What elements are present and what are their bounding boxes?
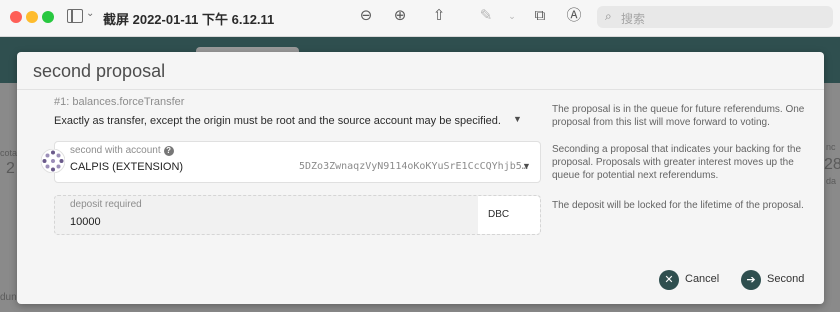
cancel-button-label: Cancel	[685, 273, 720, 285]
cancel-button[interactable]: ✕ Cancel	[659, 268, 723, 292]
window-title: 截屏 2022-01-11 下午 6.12.11	[103, 12, 275, 27]
search-placeholder: 搜索	[621, 12, 646, 26]
second-button-label: Second	[767, 273, 805, 285]
markup-pen-icon[interactable]: ✎	[477, 7, 495, 25]
zoom-out-icon[interactable]: ⊖	[357, 7, 375, 25]
deposit-label: deposit required	[70, 199, 142, 210]
bg-fragment: cota	[0, 148, 18, 158]
sign-in-icon: ➔	[741, 270, 761, 290]
deposit-value: 10000	[70, 216, 101, 228]
account-selector[interactable]: second with account? CALPIS (EXTENSION) …	[54, 141, 541, 183]
info-deposit: The deposit will be locked for the lifet…	[552, 200, 804, 211]
bg-fragment: dun	[0, 292, 17, 303]
deposit-field: deposit required 10000 DBC	[54, 195, 541, 235]
account-name: CALPIS (EXTENSION)	[70, 161, 184, 173]
rotate-icon[interactable]: ⧉	[531, 7, 549, 25]
search-icon: ⌕	[605, 9, 612, 23]
search-field[interactable]: ⌕ 搜索	[597, 6, 833, 28]
chevron-down-icon[interactable]: ⌄	[86, 8, 94, 19]
deposit-unit: DBC	[478, 196, 540, 234]
account-label-text: second with account	[70, 145, 161, 156]
modal-divider	[17, 89, 824, 90]
chevron-down-icon[interactable]: ⌄	[503, 7, 521, 25]
close-window-button[interactable]	[10, 11, 22, 23]
share-icon[interactable]: ⇧	[430, 7, 448, 25]
bg-fragment: 2	[6, 160, 15, 177]
help-icon[interactable]: ?	[163, 146, 174, 156]
window-toolbar: ⌄ 截屏 2022-01-11 下午 6.12.11 ⊖ ⊕ ⇧ ✎ ⌄ ⧉ Ⓐ…	[0, 0, 840, 37]
bg-fragment: nc	[826, 142, 836, 152]
annotate-icon[interactable]: Ⓐ	[565, 7, 583, 25]
account-identicon	[41, 149, 65, 173]
account-field-label: second with account?	[70, 145, 174, 156]
close-icon: ✕	[659, 270, 679, 290]
proposal-call-description[interactable]: Exactly as transfer, except the origin m…	[54, 115, 501, 127]
bg-fragment: da	[826, 176, 837, 186]
modal-title: second proposal	[33, 61, 166, 81]
sidebar-toggle-icon[interactable]	[67, 9, 83, 23]
proposal-call-label: #1: balances.forceTransfer	[54, 96, 185, 108]
second-button[interactable]: ➔ Second	[741, 268, 811, 292]
caret-down-icon[interactable]: ▼	[522, 161, 531, 171]
minimize-window-button[interactable]	[26, 11, 38, 23]
info-seconding: Seconding a proposal that indicates your…	[552, 144, 802, 181]
info-queue: The proposal is in the queue for future …	[552, 104, 805, 128]
zoom-in-icon[interactable]: ⊕	[391, 7, 409, 25]
second-proposal-modal: second proposal #1: balances.forceTransf…	[17, 52, 824, 304]
account-address: 5DZo3ZwnaqzVyN9114oKoKYuSrE1CcCQYhjb5…	[299, 161, 528, 172]
zoom-window-button[interactable]	[42, 11, 54, 23]
caret-down-icon[interactable]: ▼	[513, 114, 522, 124]
bg-fragment: 28	[824, 156, 840, 173]
